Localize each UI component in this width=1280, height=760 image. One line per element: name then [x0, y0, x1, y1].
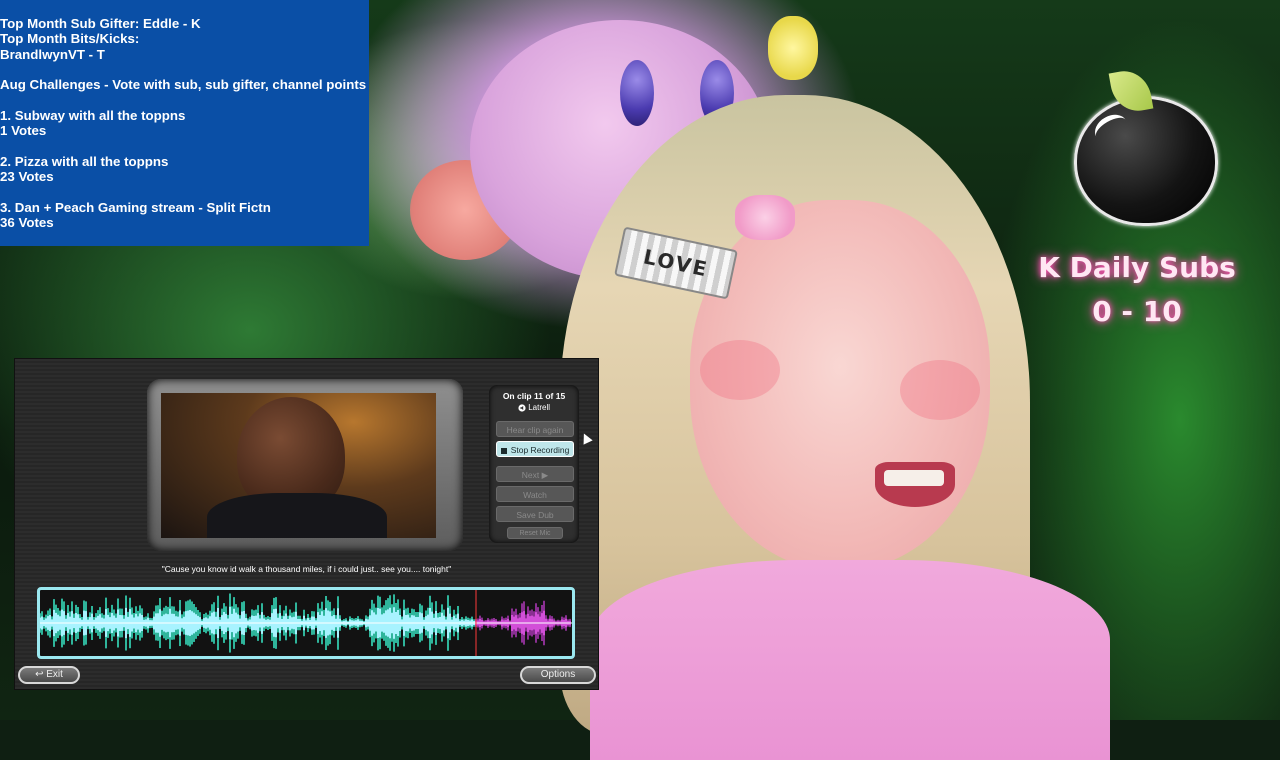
info-line: Aug Challenges - Vote with sub, sub gift…	[0, 77, 367, 93]
save-dub-button[interactable]: Save Dub	[496, 506, 574, 522]
dub-game-panel: On clip 11 of 15 Latrell Hear clip again…	[14, 358, 599, 690]
stop-recording-label: Stop Recording	[510, 445, 570, 455]
watch-button[interactable]: Watch	[496, 486, 574, 502]
daily-subs-label: K Daily Subs	[1038, 251, 1236, 284]
info-line: 23 Votes	[0, 168, 54, 184]
reset-mic-button[interactable]: Reset Mic	[507, 527, 563, 539]
info-line: Top Month Bits/Kicks:	[0, 31, 140, 47]
stream-info-panel: Top Month Sub Gifter: Eddle - K Top Mont…	[0, 0, 369, 246]
bow-hair-clip	[735, 195, 795, 240]
hear-clip-again-button[interactable]: Hear clip again	[496, 421, 574, 437]
video-clip[interactable]	[161, 393, 436, 538]
stop-recording-button[interactable]: Stop Recording	[496, 441, 574, 457]
clip-status: On clip 11 of 15	[502, 391, 566, 401]
next-button[interactable]: Next ▶	[496, 466, 574, 482]
peach-apple-icon	[1074, 96, 1218, 226]
cheek-left	[700, 340, 780, 400]
speaker-icon	[518, 404, 526, 412]
info-line: BrandlwynVT - T	[0, 46, 105, 62]
exit-button[interactable]: ↩ Exit	[18, 666, 80, 684]
cheek-right	[900, 360, 980, 420]
tv-frame	[147, 379, 463, 551]
clip-caption: "Cause you know id walk a thousand miles…	[161, 564, 452, 574]
actor-body	[207, 493, 387, 538]
plush-eye-left	[620, 60, 654, 126]
record-square-icon	[500, 447, 507, 454]
teeth	[884, 470, 944, 486]
info-line: 1 Votes	[0, 123, 47, 139]
options-button[interactable]: Options	[520, 666, 596, 684]
info-line: Top Month Sub Gifter: Eddle - K	[0, 16, 201, 31]
clip-speaker: Latrell	[489, 403, 579, 413]
audio-waveform[interactable]	[37, 587, 575, 659]
waveform-graphic	[40, 590, 572, 656]
info-line: 36 Votes	[0, 214, 54, 230]
speaker-name: Latrell	[528, 403, 551, 412]
info-line: 3. Dan + Peach Gaming stream - Split Fic…	[0, 199, 271, 215]
info-line: 2. Pizza with all the toppns	[0, 153, 169, 169]
clip-control-panel: On clip 11 of 15 Latrell Hear clip again…	[489, 385, 579, 543]
plush-flower	[768, 16, 818, 80]
info-line: 1. Subway with all the toppns	[0, 107, 186, 123]
pink-shirt	[590, 560, 1110, 760]
daily-subs-count: 0 - 10	[1092, 295, 1182, 328]
